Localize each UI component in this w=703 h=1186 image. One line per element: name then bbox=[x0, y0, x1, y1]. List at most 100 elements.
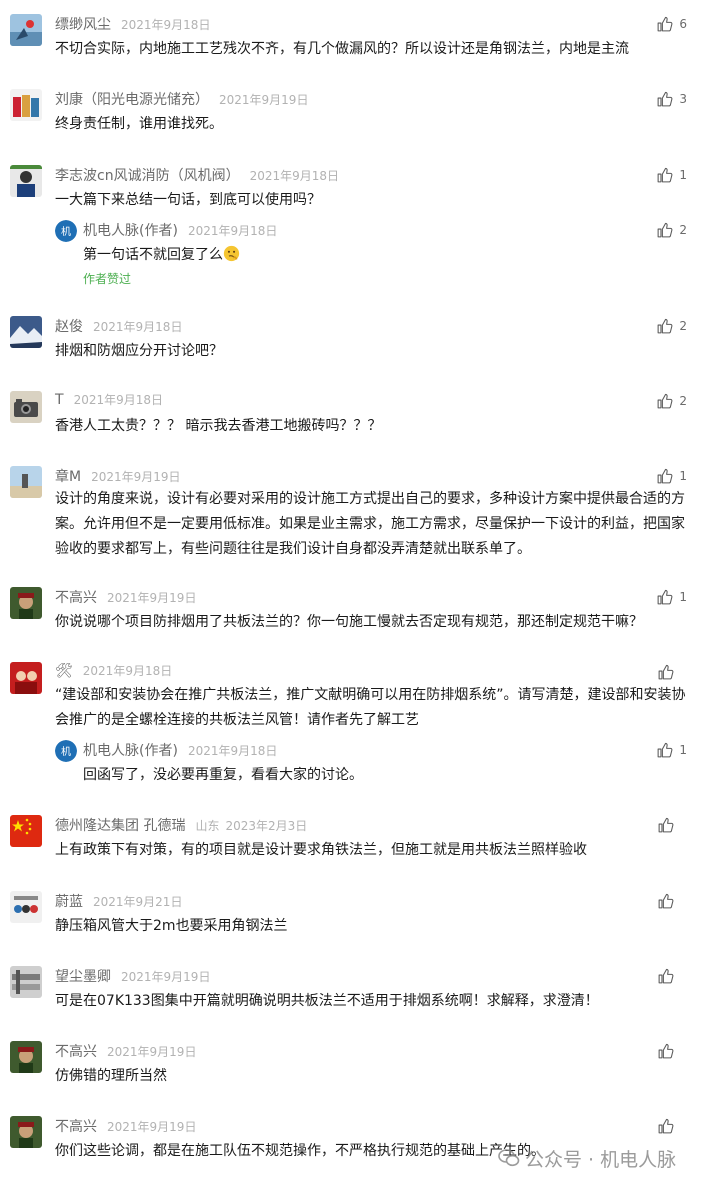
like-button[interactable]: 1 bbox=[656, 587, 687, 607]
comment-date: 2021年9月18日 bbox=[82, 664, 173, 678]
comment-location: 山东 bbox=[195, 819, 220, 833]
thinking-face-icon bbox=[223, 245, 240, 262]
commenter-name[interactable]: 不高兴 bbox=[55, 587, 97, 607]
thumbs-up-icon bbox=[658, 817, 674, 832]
avatar[interactable] bbox=[10, 14, 42, 46]
comment-date: 2021年9月19日 bbox=[107, 1120, 197, 1134]
comment-text: 不切合实际，内地施工工艺残次不齐，有几个做漏风的？所以设计还是角钢法兰，内地是主… bbox=[55, 41, 629, 57]
reply-like-button[interactable]: 1 bbox=[656, 740, 687, 760]
like-count: 2 bbox=[679, 319, 687, 333]
commenter-name[interactable]: 刘康（阳光电源光储充） bbox=[55, 89, 209, 109]
avatar[interactable] bbox=[10, 815, 42, 847]
comment-date: 2021年9月18日 bbox=[249, 169, 340, 183]
like-button[interactable]: 3 bbox=[656, 89, 687, 109]
comment-text: 终身责任制，谁用谁找死。 bbox=[55, 116, 223, 132]
comment: T 2021年9月18日 2 香港人工太贵？？？ 暗示我去香港工地搬砖吗？？？ bbox=[0, 391, 703, 451]
comment-date: 2021年9月19日 bbox=[107, 1045, 197, 1059]
avatar[interactable] bbox=[10, 165, 42, 197]
commenter-name[interactable]: 不高兴 bbox=[55, 1041, 97, 1061]
like-button[interactable] bbox=[657, 815, 687, 835]
watermark: 公众号 · 机电人脉 bbox=[497, 1144, 676, 1172]
commenter-name[interactable]: T bbox=[55, 392, 64, 408]
like-count: 1 bbox=[679, 168, 687, 182]
avatar[interactable] bbox=[10, 316, 42, 348]
watermark-text: 公众号 · 机电人脉 bbox=[525, 1148, 677, 1171]
svg-text:机: 机 bbox=[61, 745, 71, 758]
comment-date: 2021年9月18日 bbox=[93, 320, 183, 334]
thumbs-up-icon bbox=[657, 16, 673, 31]
commenter-name[interactable]: 🛠 bbox=[55, 663, 73, 679]
like-count: 2 bbox=[679, 394, 687, 408]
like-button[interactable] bbox=[657, 662, 687, 682]
comment-text: 香港人工太贵？？？ 暗示我去香港工地搬砖吗？？？ bbox=[55, 418, 382, 434]
avatar[interactable] bbox=[10, 966, 42, 998]
author-avatar[interactable]: 机 bbox=[55, 220, 77, 242]
like-button[interactable]: 2 bbox=[656, 391, 687, 411]
comment-date: 2021年9月19日 bbox=[219, 93, 309, 107]
author-liked-badge: 作者赞过 bbox=[83, 272, 132, 286]
comment-text: 排烟和防烟应分开讨论吧？ bbox=[55, 343, 223, 359]
svg-text:机: 机 bbox=[61, 225, 71, 238]
commenter-name[interactable]: 蔚蓝 bbox=[55, 891, 83, 911]
avatar[interactable] bbox=[10, 662, 42, 694]
like-button[interactable]: 6 bbox=[656, 14, 687, 34]
commenter-name[interactable]: 德州隆达集团 孔德瑞 bbox=[55, 815, 185, 835]
reply-text-row: 第一句话不就回复了么 bbox=[83, 243, 673, 268]
thumbs-up-icon bbox=[658, 1118, 674, 1133]
reply-like-button[interactable]: 2 bbox=[656, 220, 687, 240]
thumbs-up-icon bbox=[658, 1043, 674, 1058]
thumbs-up-icon bbox=[657, 589, 673, 604]
commenter-name[interactable]: 李志波cn风诚消防（风机阀） bbox=[55, 165, 240, 185]
like-count: 2 bbox=[679, 223, 687, 237]
commenter-name[interactable]: 缥缈风尘 bbox=[55, 14, 111, 34]
author-avatar[interactable]: 机 bbox=[55, 740, 77, 762]
reply-date: 2021年9月18日 bbox=[187, 224, 278, 238]
avatar[interactable] bbox=[10, 1116, 42, 1148]
like-button[interactable] bbox=[657, 1041, 687, 1061]
comment-text: 一大篇下来总结一句话，到底可以使用吗？ bbox=[55, 192, 321, 208]
thumbs-up-icon bbox=[658, 893, 674, 908]
commenter-name[interactable]: 章M bbox=[55, 466, 81, 486]
thumbs-up-icon bbox=[657, 742, 673, 757]
thumbs-up-icon bbox=[658, 968, 674, 983]
comment: 李志波cn风诚消防（风机阀） 2021年9月18日 1 一大篇下来总结一句话，到底… bbox=[0, 165, 703, 290]
avatar[interactable] bbox=[10, 1041, 42, 1073]
commenter-name[interactable]: 不高兴 bbox=[55, 1116, 97, 1136]
comment-date: 2021年9月21日 bbox=[93, 895, 183, 909]
like-button[interactable]: 2 bbox=[656, 316, 687, 336]
comment: 刘康（阳光电源光储充） 2021年9月19日 3 终身责任制，谁用谁找死。 bbox=[0, 89, 703, 149]
comment-text: 你说说哪个项目防排烟用了共板法兰的？你一句施工慢就去否定现有规范，那还制定规范干… bbox=[55, 614, 643, 630]
avatar[interactable] bbox=[10, 89, 42, 121]
comment: 章M 2021年9月19日 1 设计的角度来说，设计有必要对采用的设计施工方式提出… bbox=[0, 466, 703, 576]
like-button[interactable]: 1 bbox=[656, 165, 687, 185]
avatar[interactable] bbox=[10, 466, 42, 498]
commenter-name[interactable]: 望尘墨卿 bbox=[55, 966, 111, 986]
comment-text: “建设部和安装协会在推广共板法兰，推广文献明确可以用在防排烟系统”。请写清楚，建… bbox=[55, 687, 686, 728]
reply-date: 2021年9月18日 bbox=[187, 744, 278, 758]
like-button[interactable]: 1 bbox=[656, 466, 687, 486]
like-count: 6 bbox=[679, 17, 687, 31]
like-button[interactable] bbox=[657, 966, 687, 986]
reply-text: 回函写了，没必要再重复，看看大家的讨论。 bbox=[83, 767, 363, 783]
comment-text: 仿佛错的理所当然 bbox=[55, 1068, 167, 1084]
comment-date: 2021年9月19日 bbox=[107, 591, 197, 605]
reply-author-name[interactable]: 机电人脉(作者) bbox=[83, 740, 178, 760]
comment-text: 设计的角度来说，设计有必要对采用的设计施工方式提出自己的要求，多种设计方案中提供… bbox=[55, 491, 685, 557]
avatar[interactable] bbox=[10, 891, 42, 923]
thumbs-up-icon bbox=[657, 167, 673, 182]
comment: 望尘墨卿 2021年9月19日 可是在07K133图集中开篇就明确说明共板法兰不适… bbox=[0, 966, 703, 1026]
like-count: 1 bbox=[679, 469, 687, 483]
comment-date: 2021年9月19日 bbox=[121, 970, 211, 984]
thumbs-up-icon bbox=[657, 393, 673, 408]
reply-author-name[interactable]: 机电人脉(作者) bbox=[83, 220, 178, 240]
like-button[interactable] bbox=[657, 891, 687, 911]
comment: 不高兴 2021年9月19日 1 你说说哪个项目防排烟用了共板法兰的？你一句施工慢… bbox=[0, 587, 703, 647]
comment: 不高兴 2021年9月19日 仿佛错的理所当然 bbox=[0, 1041, 703, 1101]
thumbs-up-icon bbox=[657, 318, 673, 333]
comment-date: 2021年9月19日 bbox=[91, 470, 181, 484]
avatar[interactable] bbox=[10, 587, 42, 619]
like-button[interactable] bbox=[657, 1116, 687, 1136]
avatar[interactable] bbox=[10, 391, 42, 423]
comment-date: 2023年2月3日 bbox=[225, 819, 308, 833]
commenter-name[interactable]: 赵俊 bbox=[55, 316, 83, 336]
